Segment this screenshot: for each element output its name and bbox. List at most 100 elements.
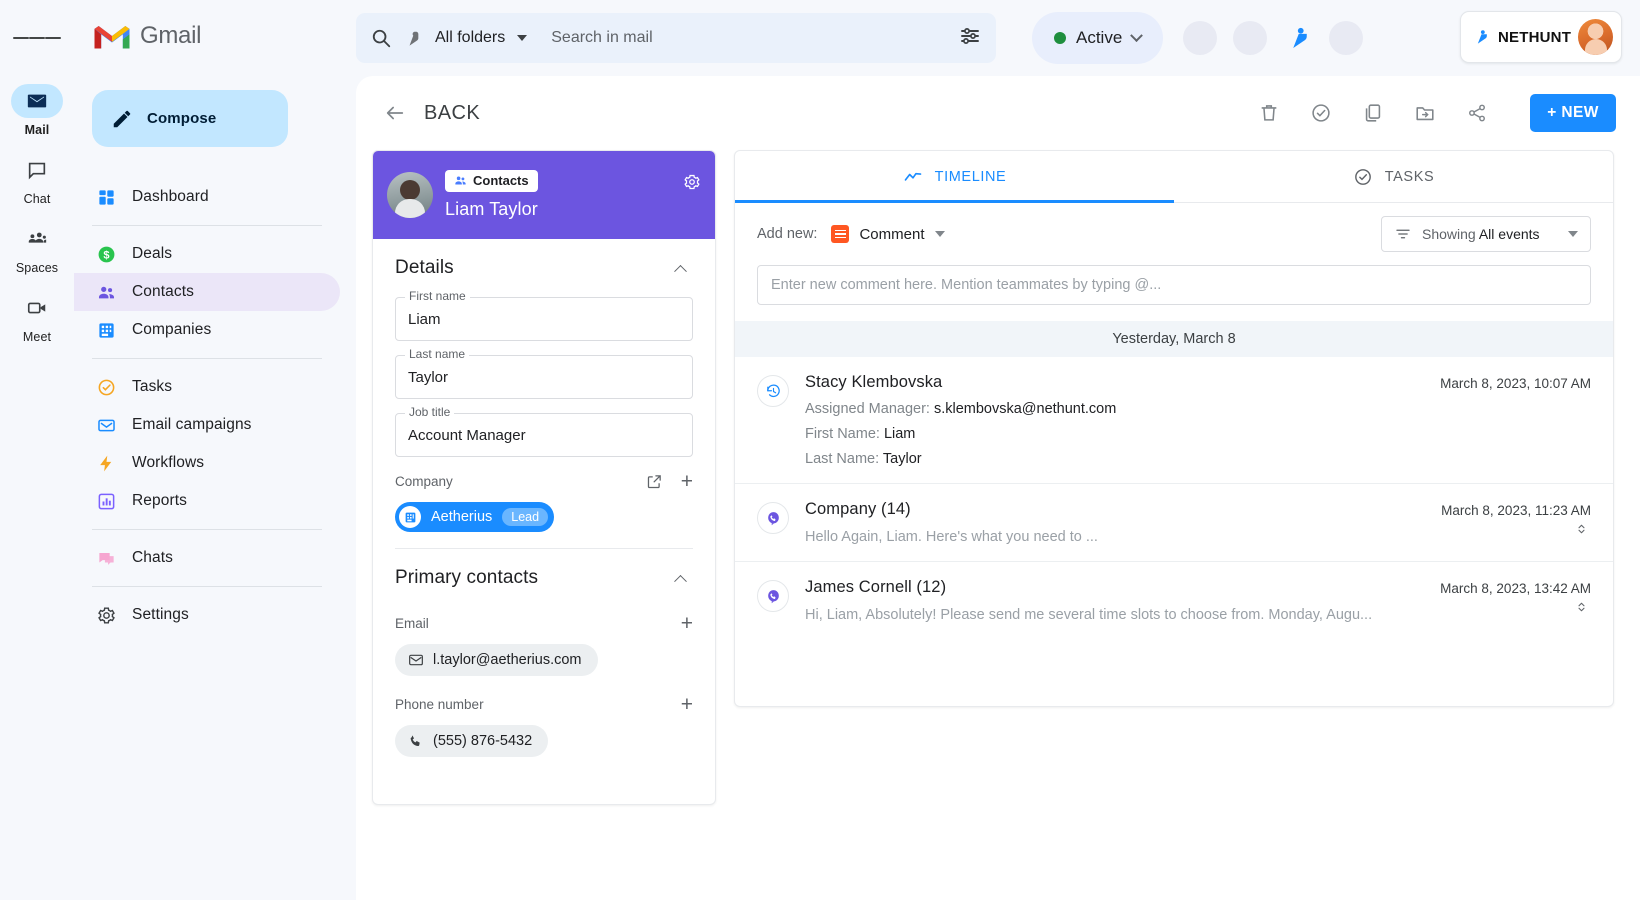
add-new-label: Add new: <box>757 226 818 242</box>
email-value: l.taylor@aetherius.com <box>433 652 582 668</box>
sidebar-item-email-campaigns[interactable]: Email campaigns <box>74 406 340 444</box>
rail-item-meet[interactable]: Meet <box>5 291 69 344</box>
phone-icon <box>410 735 420 747</box>
company-chip[interactable]: Aetherius Lead <box>395 502 555 532</box>
timeline-event-snippet: Hello Again, Liam. Here's what you need … <box>805 529 1098 545</box>
new-comment-input[interactable]: Enter new comment here. Mention teammate… <box>757 265 1591 305</box>
sidebar-item-label: Tasks <box>132 378 173 395</box>
search-input[interactable]: All folders Search in mail <box>356 13 996 63</box>
placeholder-circle-1[interactable] <box>1183 21 1218 55</box>
gmail-logo[interactable]: Gmail <box>74 0 356 72</box>
sidebar-item-reports[interactable]: Reports <box>74 482 340 520</box>
phone-value-chip[interactable]: (555) 876-5432 <box>395 725 549 757</box>
primary-contacts-title: Primary contacts <box>395 567 539 588</box>
sidebar-item-settings[interactable]: Settings <box>74 596 340 634</box>
move-to-folder-icon[interactable] <box>1408 96 1442 130</box>
nav-divider <box>92 358 322 359</box>
sidebar-item-dashboard[interactable]: Dashboard <box>74 178 340 216</box>
timeline-event[interactable]: Stacy Klembovska Assigned Manager: s.kle… <box>735 357 1613 484</box>
collapse-primary-contacts-button[interactable] <box>667 565 693 591</box>
gmail-wordmark: Gmail <box>140 22 202 49</box>
rail-item-mail[interactable]: Mail <box>5 84 69 137</box>
share-icon[interactable] <box>1460 96 1494 130</box>
timeline-controls: Add new: Comment Showing All events <box>735 203 1613 265</box>
timeline-event[interactable]: James Cornell (12) Hi, Liam, Absolutely!… <box>735 562 1613 639</box>
tasks-check-icon <box>1354 168 1371 185</box>
search-options-icon[interactable] <box>958 24 982 53</box>
timeline-event[interactable]: Company (14) Hello Again, Liam. Here's w… <box>735 484 1613 562</box>
timeline-event-title: Company (14) <box>805 500 911 518</box>
copy-icon[interactable] <box>1356 96 1390 130</box>
sidebar-item-label: Deals <box>132 245 173 262</box>
timeline-event-line: Last Name: Taylor <box>805 451 1422 467</box>
new-record-button[interactable]: + NEW <box>1530 94 1616 132</box>
last-name-field[interactable]: Last name Taylor <box>395 347 693 399</box>
top-bar: All folders Search in mail Active NETHUN… <box>356 0 1640 76</box>
sidebar-item-label: Contacts <box>132 283 194 300</box>
add-company-button[interactable]: + <box>681 471 693 492</box>
job-title-field[interactable]: Job title Account Manager <box>395 405 693 457</box>
sidebar-item-contacts[interactable]: Contacts <box>74 273 340 311</box>
header-icon-placeholders <box>1183 21 1364 55</box>
collapse-details-button[interactable] <box>667 255 693 281</box>
expand-event-icon[interactable] <box>1574 520 1589 543</box>
compose-button[interactable]: Compose <box>92 90 288 147</box>
line-value: s.klembovska@nethunt.com <box>933 401 1117 417</box>
rail-item-spaces[interactable]: Spaces <box>5 222 69 275</box>
google-app-rail: Mail Chat Spaces Meet <box>0 0 74 900</box>
companies-icon <box>399 506 421 528</box>
line-label: First Name: <box>805 426 884 442</box>
timeline-event-timestamp: March 8, 2023, 10:07 AM <box>1440 376 1591 391</box>
contact-avatar[interactable] <box>387 172 433 218</box>
viber-icon <box>757 580 789 612</box>
sidebar-item-chats[interactable]: Chats <box>74 539 340 577</box>
chevron-up-icon <box>673 264 687 278</box>
status-dropdown[interactable]: Active <box>1032 12 1164 64</box>
contact-identity: Contacts Liam Taylor <box>445 169 538 221</box>
events-filter-dropdown[interactable]: Showing All events <box>1381 216 1591 252</box>
tab-tasks[interactable]: TASKS <box>1174 151 1613 202</box>
avatar[interactable] <box>1578 19 1613 55</box>
email-value-chip[interactable]: l.taylor@aetherius.com <box>395 644 598 676</box>
record-type-chip[interactable]: Contacts <box>445 169 538 192</box>
nethunt-logo-icon[interactable] <box>1283 23 1313 53</box>
sidebar-item-workflows[interactable]: Workflows <box>74 444 340 482</box>
app-root: Mail Chat Spaces Meet Gmail Compose Dash… <box>0 0 1640 900</box>
chevron-down-icon[interactable] <box>517 35 528 41</box>
timeline-event-title: Stacy Klembovska <box>805 373 943 391</box>
task-check-icon[interactable] <box>1304 96 1338 130</box>
search-scope-label[interactable]: All folders <box>435 29 505 47</box>
timeline-event-line: First Name: Liam <box>805 426 1422 442</box>
placeholder-circle-3[interactable] <box>1329 21 1364 55</box>
add-email-button[interactable]: + <box>681 613 693 634</box>
record-header: BACK + NEW <box>356 76 1640 150</box>
company-label: Company <box>395 474 453 489</box>
timeline-panel: TIMELINE TASKS Add new: Comment Showing … <box>734 150 1614 707</box>
sidebar-item-deals[interactable]: $ Deals <box>74 235 340 273</box>
back-button[interactable]: BACK <box>382 102 480 125</box>
nethunt-account-badge[interactable]: NETHUNT <box>1460 11 1622 63</box>
dashboard-icon <box>96 187 116 207</box>
first-name-field[interactable]: First name Liam <box>395 289 693 341</box>
tab-timeline[interactable]: TIMELINE <box>735 151 1174 203</box>
sidebar-item-tasks[interactable]: Tasks <box>74 368 340 406</box>
add-phone-button[interactable]: + <box>681 694 693 715</box>
expand-event-icon[interactable] <box>1574 598 1589 621</box>
open-company-icon[interactable] <box>646 473 663 490</box>
timeline-event-timestamp: March 8, 2023, 11:23 AM <box>1441 503 1591 518</box>
placeholder-circle-2[interactable] <box>1233 21 1268 55</box>
contacts-icon <box>455 176 466 185</box>
record-type-label: Contacts <box>473 173 529 189</box>
rail-item-label: Meet <box>22 330 52 344</box>
add-new-type-dropdown[interactable]: Comment <box>831 225 945 243</box>
search-placeholder: Search in mail <box>551 29 653 46</box>
sidebar-item-companies[interactable]: Companies <box>74 311 340 349</box>
hamburger-icon[interactable] <box>13 14 61 62</box>
gear-icon[interactable] <box>683 173 701 196</box>
workflows-icon <box>96 453 116 473</box>
delete-icon[interactable] <box>1252 96 1286 130</box>
rail-item-chat[interactable]: Chat <box>5 153 69 206</box>
company-row-header: Company + <box>395 471 693 492</box>
timeline-event-line: Assigned Manager: s.klembovska@nethunt.c… <box>805 401 1422 417</box>
timeline-tabs: TIMELINE TASKS <box>735 151 1613 203</box>
